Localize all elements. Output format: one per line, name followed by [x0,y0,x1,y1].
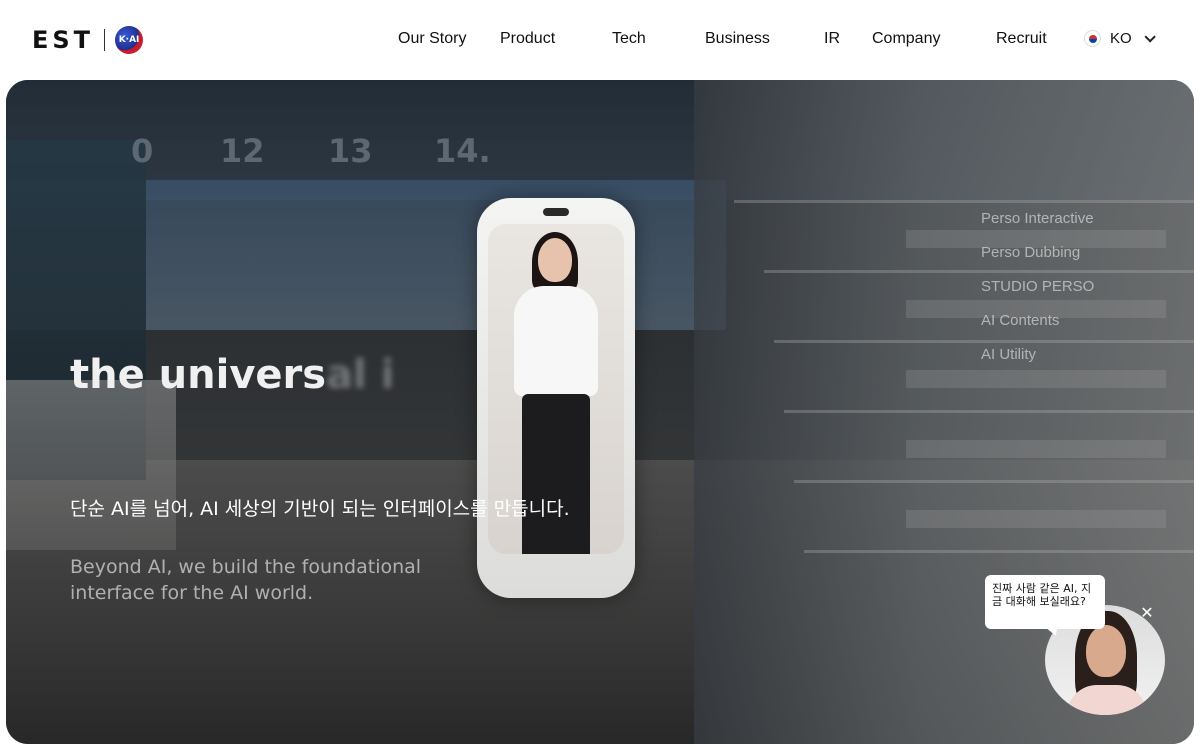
nav-item-ir[interactable]: IR [824,30,840,48]
language-label: KO [1110,30,1132,47]
nav-item-our-story[interactable]: Our Story [398,30,466,48]
hero-section: 0 12 13 14. the universal i 단순 AI를 넘어, A… [6,80,1194,744]
site-header: EST K·AI Our Story Product Tech Business… [0,0,1200,80]
chat-bubble-text: 진짜 사람 같은 AI, 지금 대화해 보실래요? [992,582,1092,608]
avatar-face [1086,625,1126,677]
product-perso-interactive[interactable]: Perso Interactive [981,210,1094,228]
kiosk-camera [543,208,569,216]
main-nav: Our Story Product Tech Business IR Compa… [0,0,1200,80]
hero-description-ko: 단순 AI를 넘어, AI 세상의 기반이 되는 인터페이스를 만듭니다. [70,498,570,520]
chat-bubble[interactable]: 진짜 사람 같은 AI, 지금 대화해 보실래요? [985,575,1105,629]
avatar-shirt [514,286,598,396]
product-ai-contents[interactable]: AI Contents [981,312,1094,330]
language-selector[interactable]: KO [1084,30,1156,47]
product-ai-utility[interactable]: AI Utility [981,346,1094,364]
nav-item-recruit[interactable]: Recruit [996,30,1047,48]
chevron-down-icon [1144,30,1156,43]
nav-item-product[interactable]: Product [500,30,555,48]
ai-kiosk-robot [477,198,635,598]
avatar-pants [522,394,590,554]
korea-flag-icon [1084,30,1101,47]
close-icon[interactable]: ✕ [1138,605,1156,623]
nav-item-business[interactable]: Business [705,30,770,48]
avatar-face [538,238,572,282]
hero-description-en: Beyond AI, we build the foundational int… [70,556,422,604]
product-studio-perso[interactable]: STUDIO PERSO [981,278,1094,296]
hero-headline: the universal i [70,352,394,398]
product-perso-dubbing[interactable]: Perso Dubbing [981,244,1094,262]
headline-faded: al i [326,352,395,398]
nav-item-company[interactable]: Company [872,30,940,48]
headline-visible: the univers [70,352,327,398]
product-list: Perso Interactive Perso Dubbing STUDIO P… [981,210,1094,380]
nav-item-tech[interactable]: Tech [612,30,646,48]
